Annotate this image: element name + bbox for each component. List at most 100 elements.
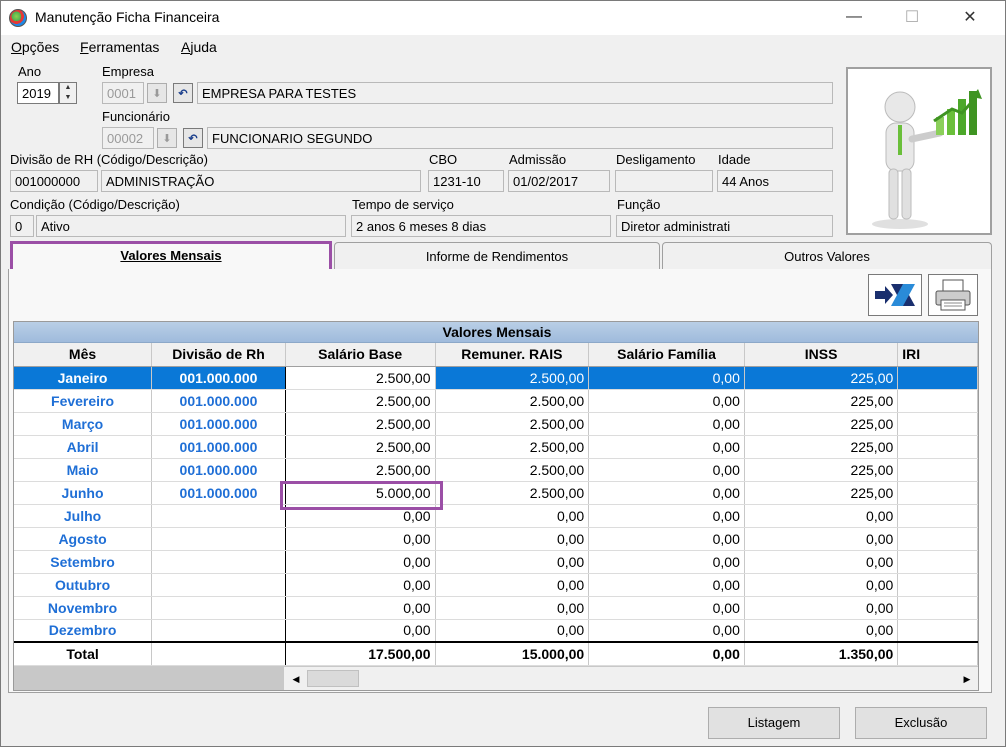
month-cell[interactable]: Novembro xyxy=(14,596,153,620)
table-row[interactable]: Outubro 0,00 0,00 0,00 0,00 xyxy=(14,573,978,597)
month-cell[interactable]: Outubro xyxy=(14,573,153,597)
remuner-rais-cell[interactable]: 2.500,00 xyxy=(435,481,590,505)
remuner-rais-cell[interactable]: 0,00 xyxy=(435,573,590,597)
remuner-rais-cell[interactable]: 0,00 xyxy=(435,527,590,551)
table-row[interactable]: Setembro 0,00 0,00 0,00 0,00 xyxy=(14,550,978,574)
print-button[interactable] xyxy=(928,274,978,316)
divisao-cell[interactable]: 001.000.000 xyxy=(151,435,286,459)
divisao-cell[interactable]: 001.000.000 xyxy=(151,412,286,436)
table-row[interactable]: Novembro 0,00 0,00 0,00 0,00 xyxy=(14,596,978,620)
salario-base-cell[interactable]: 2.500,00 xyxy=(285,435,436,459)
irrf-cell[interactable] xyxy=(897,596,978,620)
irrf-cell[interactable] xyxy=(897,504,978,528)
maximize-button[interactable]: ☐ xyxy=(889,1,935,33)
table-row[interactable]: Maio 001.000.000 2.500,00 2.500,00 0,00 225,0… xyxy=(14,458,978,482)
col-header-irrf[interactable]: IRI xyxy=(897,343,978,367)
remuner-rais-cell[interactable]: 2.500,00 xyxy=(435,389,590,413)
ano-field[interactable]: 2019 xyxy=(17,82,59,104)
undo-icon[interactable]: ↶ xyxy=(183,128,203,148)
inss-cell[interactable]: 225,00 xyxy=(744,481,899,505)
undo-icon[interactable]: ↶ xyxy=(173,83,193,103)
salario-familia-cell[interactable]: 0,00 xyxy=(588,366,745,390)
irrf-cell[interactable] xyxy=(897,389,978,413)
divisao-cell[interactable] xyxy=(151,550,286,574)
month-cell[interactable]: Janeiro xyxy=(14,366,153,390)
inss-cell[interactable]: 0,00 xyxy=(744,504,899,528)
col-header-salario-familia[interactable]: Salário Família xyxy=(588,343,745,367)
irrf-cell[interactable] xyxy=(897,619,978,643)
salario-base-cell[interactable]: 2.500,00 xyxy=(285,389,436,413)
table-row[interactable]: Dezembro 0,00 0,00 0,00 0,00 xyxy=(14,619,978,643)
remuner-rais-cell[interactable]: 2.500,00 xyxy=(435,435,590,459)
inss-cell[interactable]: 0,00 xyxy=(744,573,899,597)
salario-familia-cell[interactable]: 0,00 xyxy=(588,412,745,436)
salario-familia-cell[interactable]: 0,00 xyxy=(588,596,745,620)
salario-base-cell[interactable]: 2.500,00 xyxy=(285,412,436,436)
remuner-rais-cell[interactable]: 2.500,00 xyxy=(435,366,590,390)
inss-cell[interactable]: 0,00 xyxy=(744,619,899,643)
divisao-cell[interactable]: 001.000.000 xyxy=(151,481,286,505)
divisao-cell[interactable]: 001.000.000 xyxy=(151,389,286,413)
inss-cell[interactable]: 0,00 xyxy=(744,550,899,574)
table-row[interactable]: Junho 001.000.000 5.000,00 2.500,00 0,00 225,… xyxy=(14,481,978,505)
salario-familia-cell[interactable]: 0,00 xyxy=(588,504,745,528)
funcionario-code-field[interactable]: 00002 xyxy=(102,127,154,149)
divisao-cell[interactable] xyxy=(151,504,286,528)
salario-familia-cell[interactable]: 0,00 xyxy=(588,389,745,413)
scroll-thumb[interactable] xyxy=(307,670,359,687)
table-row[interactable]: Julho 0,00 0,00 0,00 0,00 xyxy=(14,504,978,528)
salario-base-cell[interactable]: 2.500,00 xyxy=(285,458,436,482)
salario-familia-cell[interactable]: 0,00 xyxy=(588,481,745,505)
salario-familia-cell[interactable]: 0,00 xyxy=(588,550,745,574)
irrf-cell[interactable] xyxy=(897,481,978,505)
listagem-button[interactable]: Listagem xyxy=(708,707,840,739)
month-cell[interactable]: Julho xyxy=(14,504,153,528)
col-header-salario-base[interactable]: Salário Base xyxy=(285,343,436,367)
download-icon[interactable]: ⬇ xyxy=(147,83,167,103)
inss-cell[interactable]: 225,00 xyxy=(744,458,899,482)
col-header-divisao[interactable]: Divisão de Rh xyxy=(151,343,286,367)
table-row[interactable]: Agosto 0,00 0,00 0,00 0,00 xyxy=(14,527,978,551)
month-cell[interactable]: Setembro xyxy=(14,550,153,574)
export-excel-button[interactable] xyxy=(868,274,922,316)
table-row[interactable]: Março 001.000.000 2.500,00 2.500,00 0,00 225,… xyxy=(14,412,978,436)
irrf-cell[interactable] xyxy=(897,527,978,551)
inss-cell[interactable]: 225,00 xyxy=(744,389,899,413)
divisao-cell[interactable] xyxy=(151,527,286,551)
irrf-cell[interactable] xyxy=(897,435,978,459)
table-row[interactable]: Janeiro 001.000.000 2.500,00 2.500,00 0,00 22… xyxy=(14,366,978,390)
scroll-left-icon[interactable]: ◀ xyxy=(287,669,305,689)
tab-informe-rendimentos[interactable]: Informe de Rendimentos xyxy=(334,242,660,269)
month-cell[interactable]: Maio xyxy=(14,458,153,482)
divisao-cell[interactable] xyxy=(151,619,286,643)
month-cell[interactable]: Abril xyxy=(14,435,153,459)
irrf-cell[interactable] xyxy=(897,366,978,390)
salario-familia-cell[interactable]: 0,00 xyxy=(588,458,745,482)
col-header-mes[interactable]: Mês xyxy=(14,343,153,367)
spin-down-icon[interactable]: ▼ xyxy=(60,93,76,103)
irrf-cell[interactable] xyxy=(897,573,978,597)
divisao-cell[interactable] xyxy=(151,596,286,620)
download-icon[interactable]: ⬇ xyxy=(157,128,177,148)
remuner-rais-cell[interactable]: 0,00 xyxy=(435,504,590,528)
remuner-rais-cell[interactable]: 2.500,00 xyxy=(435,458,590,482)
salario-base-cell[interactable]: 0,00 xyxy=(285,573,436,597)
salario-base-cell[interactable]: 0,00 xyxy=(285,619,436,643)
remuner-rais-cell[interactable]: 0,00 xyxy=(435,596,590,620)
col-header-remuner-rais[interactable]: Remuner. RAIS xyxy=(435,343,590,367)
inss-cell[interactable]: 0,00 xyxy=(744,596,899,620)
close-button[interactable]: ✕ xyxy=(947,1,993,33)
salario-base-cell[interactable]: 2.500,00 xyxy=(285,366,436,390)
month-cell[interactable]: Dezembro xyxy=(14,619,153,643)
remuner-rais-cell[interactable]: 0,00 xyxy=(435,619,590,643)
salario-familia-cell[interactable]: 0,00 xyxy=(588,619,745,643)
remuner-rais-cell[interactable]: 2.500,00 xyxy=(435,412,590,436)
col-header-inss[interactable]: INSS xyxy=(744,343,899,367)
scroll-right-icon[interactable]: ▶ xyxy=(958,669,976,689)
irrf-cell[interactable] xyxy=(897,458,978,482)
divisao-cell[interactable] xyxy=(151,573,286,597)
month-cell[interactable]: Fevereiro xyxy=(14,389,153,413)
menu-ajuda[interactable]: Ajuda xyxy=(181,39,217,55)
salario-base-cell[interactable]: 0,00 xyxy=(285,596,436,620)
salario-familia-cell[interactable]: 0,00 xyxy=(588,527,745,551)
